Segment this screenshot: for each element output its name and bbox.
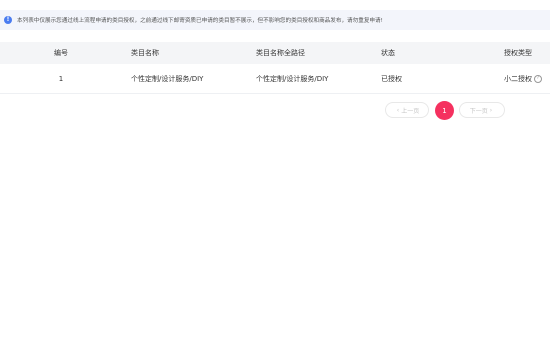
pagination: ‹ 上一页 1 下一页 › [0, 101, 550, 120]
row-auth-type: 小二授权 ? [504, 64, 542, 93]
prev-page-button[interactable]: ‹ 上一页 [385, 102, 429, 118]
notice-bar: ! 本列表中仅展示您通过线上流程申请的类目授权，之前通过线下邮寄资质已申请的类目… [0, 10, 550, 30]
header-auth-type: 授权类型 [504, 49, 532, 57]
prev-page-label: 上一页 [401, 107, 420, 115]
header-number: 编号 [54, 49, 68, 57]
row-category: 个性定制/设计服务/DIY [131, 74, 204, 83]
page-1-button[interactable]: 1 [435, 101, 454, 120]
row-number: 1 [58, 74, 64, 83]
notice-text: 本列表中仅展示您通过线上流程申请的类目授权，之前通过线下邮寄资质已申请的类目暂不… [17, 18, 383, 24]
row-auth-type-label: 小二授权 [504, 74, 532, 83]
header-full-path: 类目名称全路径 [256, 49, 305, 57]
table-header: 编号 类目名称 类目名称全路径 状态 授权类型 [0, 42, 550, 64]
next-page-button[interactable]: 下一页 › [459, 102, 505, 118]
row-full-path: 个性定制/设计服务/DIY [256, 74, 329, 83]
info-icon: ! [4, 16, 12, 24]
chevron-right-icon: › [489, 106, 493, 114]
next-page-label: 下一页 [469, 107, 488, 115]
header-status: 状态 [381, 49, 395, 57]
help-icon[interactable]: ? [534, 74, 542, 83]
header-category: 类目名称 [131, 49, 159, 57]
row-status: 已授权 [381, 74, 402, 83]
chevron-left-icon: ‹ [396, 106, 400, 114]
table-row: 1 个性定制/设计服务/DIY 个性定制/设计服务/DIY 已授权 小二授权 ? [0, 64, 550, 94]
